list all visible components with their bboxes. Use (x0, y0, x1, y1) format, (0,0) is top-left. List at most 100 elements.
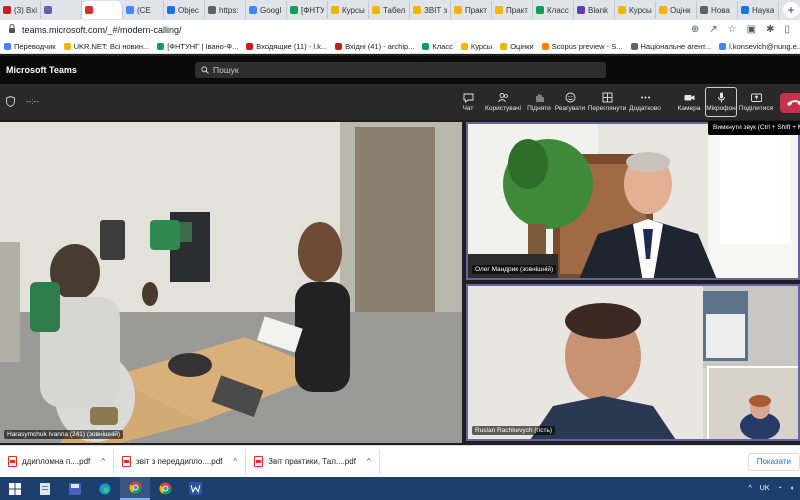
show-all-downloads-button[interactable]: Показати (747, 452, 800, 471)
chevron-up-icon[interactable]: ^ (367, 457, 371, 466)
participant-video-office (468, 124, 798, 278)
system-tray: ^ UK ◔ ◖ (749, 485, 800, 492)
search-placeholder: Пошук (213, 65, 239, 75)
browser-tab[interactable] (41, 1, 82, 19)
toolbar-share-button[interactable]: Поділитися (738, 88, 774, 116)
tray-chevron-up-icon[interactable]: ^ (749, 485, 752, 492)
participant-tile-main[interactable]: Harasymchuk Ivanna (241) (зовнішній) (0, 122, 462, 443)
bookmark-item[interactable]: UKR.NET: Всі новин... (63, 41, 150, 51)
chevron-up-icon[interactable]: ^ (101, 457, 105, 466)
toolbar-mic-button[interactable]: Мікрофон (705, 87, 737, 117)
bookmark-favicon-icon (157, 42, 165, 50)
download-item[interactable]: ддипломна п....pdf ^ (0, 449, 115, 474)
browser-tab[interactable]: Курсы (615, 1, 656, 19)
toolbar-button-label: Поділитися (738, 105, 774, 112)
zoom-icon[interactable]: ⊕ (691, 24, 699, 35)
bookmark-item[interactable]: Входящие (11) - l.k... (246, 42, 327, 51)
browser-tab[interactable]: Оцінк (656, 1, 697, 19)
tab-label: Наука (752, 5, 775, 15)
extensions-puzzle-icon[interactable]: ✱ (766, 24, 774, 35)
sidebar-icon[interactable]: ▯ (784, 24, 790, 35)
app-title: Microsoft Teams (6, 65, 77, 75)
chevron-up-icon[interactable]: ^ (233, 457, 237, 466)
bookmark-label: Курсы (470, 41, 493, 51)
tab-label: Objec (178, 5, 199, 15)
browser-tab[interactable]: [ФНТУ (287, 1, 328, 19)
bookmark-label: Входящие (11) - l.k... (256, 41, 328, 51)
download-item[interactable]: звіт з переддипло....pdf ^ (114, 449, 247, 474)
lock-icon[interactable] (8, 23, 16, 36)
participant-tile-bottom[interactable]: Ruslan Rachkevych (гість) (466, 284, 800, 441)
tray-network-icon[interactable]: ◔ (778, 485, 782, 492)
bookmark-item[interactable]: l.konsevich@nung.e... (719, 42, 800, 51)
extension-icon[interactable]: ▣ (747, 24, 756, 35)
browser-tab[interactable]: Курсы (328, 1, 369, 19)
browser-tab[interactable]: Googl (246, 1, 287, 19)
tab-favicon-icon (618, 6, 626, 14)
more-icon (640, 92, 651, 103)
toolbar-button-label: Переглянути (587, 105, 627, 112)
browser-tab[interactable]: Табел (369, 1, 410, 19)
bookmark-item[interactable]: Scopus preview - S... (541, 41, 623, 51)
participant-tile-top[interactable]: Олег Мандрик (зовнішній) (466, 122, 800, 280)
toolbar-camera-button[interactable]: Камера (671, 88, 707, 116)
toolbar-view-button[interactable]: Переглянути (587, 88, 627, 116)
toolbar-more-button[interactable]: Додатково (627, 88, 663, 116)
tab-favicon-icon (659, 6, 667, 14)
bookmark-item[interactable]: [ФНТУНГ | Івано-Ф... (157, 42, 238, 51)
browser-tab[interactable]: (СЕ (123, 1, 164, 19)
browser-tab[interactable]: Наука (738, 1, 779, 19)
bookmark-item[interactable]: Національне агент... (630, 42, 711, 51)
taskbar-word-icon[interactable] (180, 477, 210, 500)
shield-icon[interactable] (6, 96, 15, 107)
bookmark-item[interactable]: Курсы (460, 41, 493, 51)
tab-favicon-icon (413, 6, 421, 14)
bookmark-label: Scopus preview - S... (551, 41, 623, 51)
bookmark-item[interactable]: Переводчик (4, 42, 56, 51)
tab-favicon-icon (700, 6, 708, 14)
tab-label: (СЕ (137, 5, 151, 15)
browser-tab[interactable]: https: (205, 1, 246, 19)
tab-favicon-icon (536, 6, 544, 14)
browser-tab[interactable]: (3) Вхі (0, 1, 41, 19)
toolbar-people-button[interactable]: Користувачі (485, 88, 521, 116)
taskbar-file-icon[interactable] (30, 477, 60, 500)
browser-tab[interactable]: Нова (697, 1, 738, 19)
bookmark-label: UKR.NET: Всі новин... (73, 41, 150, 51)
bookmark-label: Оцінки (510, 41, 534, 51)
bookmark-item[interactable]: Вхідні (41) - archip... (335, 42, 414, 51)
toolbar-button-label: Реагувати (554, 105, 586, 112)
leave-call-button[interactable] (780, 93, 800, 113)
tab-favicon-icon (290, 6, 298, 14)
browser-tab[interactable]: Практ (492, 1, 533, 19)
toolbar-react-button[interactable]: Реагувати (552, 88, 588, 116)
bookmark-label: Переводчик (14, 41, 56, 51)
people-icon (497, 92, 509, 103)
new-tab-button[interactable]: + (783, 2, 799, 18)
bookmark-item[interactable]: Класс (422, 42, 453, 51)
browser-tab[interactable] (82, 1, 123, 19)
taskbar-save-icon[interactable] (60, 477, 90, 500)
browser-tab[interactable]: ЗВІТ з (410, 1, 451, 19)
taskbar-chrome-profile-icon[interactable] (150, 477, 180, 500)
download-item[interactable]: Звіт практики, Тал....pdf ^ (246, 449, 380, 474)
taskbar-chrome-icon[interactable] (120, 477, 150, 500)
browser-tab[interactable]: Objec (164, 1, 205, 19)
windows-taskbar: ^ UK ◔ ◖ (0, 477, 800, 500)
browser-tab[interactable]: Практ (451, 1, 492, 19)
participant-video-room (0, 122, 462, 443)
bookmark-item[interactable]: Оцінки (500, 41, 534, 51)
start-button[interactable] (0, 477, 30, 500)
toolbar-chat-button[interactable]: Чат (450, 88, 486, 116)
bookmark-label: l.konsevich@nung.e... (729, 41, 800, 51)
bookmark-star-icon[interactable]: ☆ (728, 24, 737, 35)
tray-volume-icon[interactable]: ◖ (790, 485, 794, 492)
url-bar[interactable]: teams.microsoft.com/_#/modern-calling/ (22, 22, 182, 37)
taskbar-edge-icon[interactable] (90, 477, 120, 500)
search-input[interactable]: Пошук (195, 62, 606, 78)
share-page-icon[interactable]: ↗ (709, 24, 717, 35)
browser-tab[interactable]: Класс (533, 1, 574, 19)
download-filename: Звіт практики, Тал....pdf (268, 457, 356, 466)
browser-tab[interactable]: Blank (574, 1, 615, 19)
keyboard-language[interactable]: UK (760, 485, 770, 492)
